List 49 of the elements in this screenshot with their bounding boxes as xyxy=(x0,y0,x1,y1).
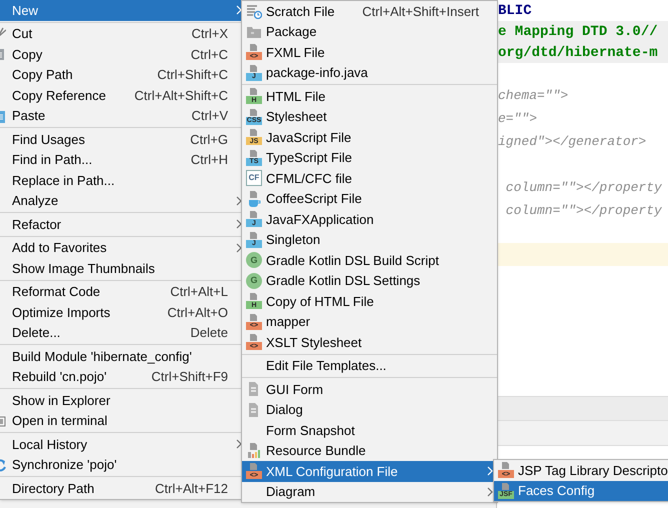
menu-item[interactable]: Copy Path Ctrl+Shift+C xyxy=(0,64,244,85)
scratch-file-icon xyxy=(246,3,262,20)
code-line: org/dtd/hibernate-m xyxy=(498,46,658,60)
menu-item[interactable]: Dialog xyxy=(242,400,497,420)
menu-item[interactable]: Rebuild 'cn.pojo' Ctrl+Shift+F9 xyxy=(0,366,244,387)
menu-item[interactable]: CoffeeScript File xyxy=(242,188,497,209)
code-line: e Mapping DTD 3.0// xyxy=(498,24,658,38)
cf-file-icon: CF xyxy=(246,170,262,186)
menu-item[interactable]: Package xyxy=(242,22,497,42)
menu-item[interactable]: Copy Reference Ctrl+Alt+Shift+C xyxy=(0,85,244,106)
menu-item[interactable]: Optimize Imports Ctrl+Alt+O xyxy=(0,302,244,322)
menu-item[interactable]: Find Usages Ctrl+G xyxy=(0,129,244,150)
code-line: e=""> xyxy=(498,110,538,128)
menu-item[interactable]: Synchronize 'pojo' xyxy=(0,454,244,475)
menu-item[interactable]: CF CFML/CFC file xyxy=(242,168,497,188)
menu-item[interactable]: Delete... Delete xyxy=(0,322,244,343)
code-line: column=""></property xyxy=(504,202,662,220)
menu-item[interactable]: New xyxy=(0,0,244,20)
menu-item[interactable]: Refactor xyxy=(0,214,244,234)
menu-item[interactable]: GUI Form xyxy=(242,379,497,400)
code-line: column=""></property xyxy=(504,178,662,197)
menu-item[interactable]: Scratch File Ctrl+Alt+Shift+Insert xyxy=(242,1,497,22)
menu-item[interactable]: Copy Ctrl+C xyxy=(0,44,244,64)
menu-item[interactable]: Form Snapshot xyxy=(242,420,497,440)
resource-bundle-icon xyxy=(246,442,262,459)
menu-item[interactable]: Find in Path... Ctrl+H xyxy=(0,150,244,170)
menu-item[interactable]: Resource Bundle xyxy=(242,440,497,461)
menu-item[interactable]: Replace in Path... xyxy=(0,170,244,190)
code-line: BLIC xyxy=(498,4,532,18)
menu-item[interactable]: Diagram xyxy=(242,482,497,502)
menu-item[interactable]: Cut Ctrl+X xyxy=(0,24,244,44)
menu-item[interactable]: Reformat Code Ctrl+Alt+L xyxy=(0,282,244,302)
menu-item[interactable]: Open in terminal xyxy=(0,410,244,431)
menu-item[interactable]: Paste Ctrl+V xyxy=(0,106,244,126)
code-line: chema=""> xyxy=(498,86,568,105)
menu-item[interactable]: Build Module 'hibernate_config' xyxy=(0,346,244,366)
menu-item[interactable]: Analyze xyxy=(0,190,244,211)
menu-item[interactable]: G Gradle Kotlin DSL Build Script xyxy=(242,250,497,270)
coffee-cup-icon xyxy=(246,190,262,207)
menu-item[interactable]: Local History xyxy=(0,434,244,454)
menu-item[interactable]: Show in Explorer xyxy=(0,390,244,410)
menu-item[interactable]: Directory Path Ctrl+Alt+F12 xyxy=(0,478,244,498)
code-line: igned"></generator> xyxy=(498,132,646,151)
gradle-icon: G xyxy=(246,252,262,268)
gradle-icon: G xyxy=(246,272,262,289)
menu-item[interactable]: G Gradle Kotlin DSL Settings xyxy=(242,270,497,291)
menu-item[interactable]: Edit File Templates... xyxy=(242,356,497,376)
menu-item[interactable]: Show Image Thumbnails xyxy=(0,258,244,278)
menu-item[interactable]: Add to Favorites xyxy=(0,238,244,258)
